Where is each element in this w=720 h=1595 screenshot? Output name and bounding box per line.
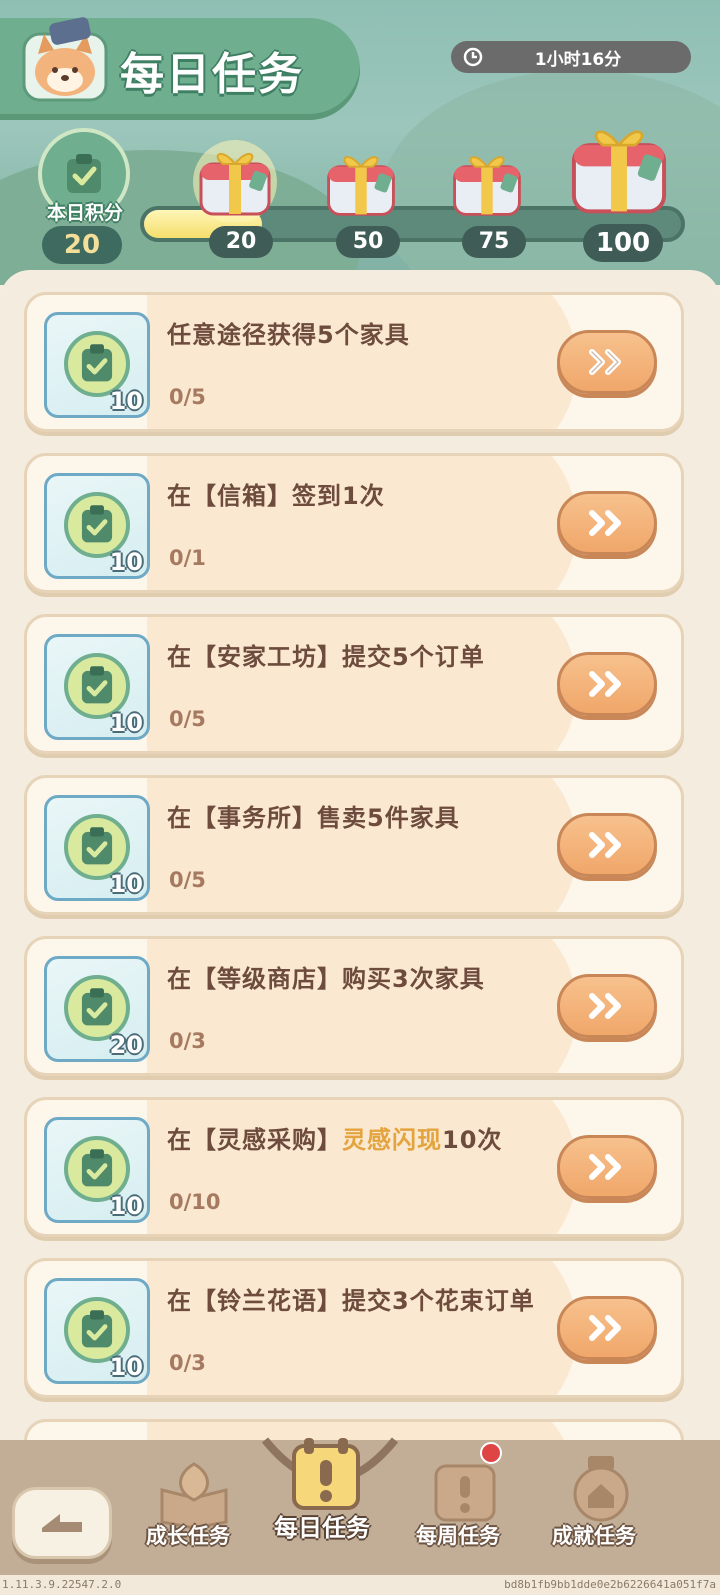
notification-dot [480,1442,502,1464]
task-progress: 0/5 [169,385,206,409]
task-reward-icon: 10 [44,312,150,418]
task-points: 10 [109,1353,143,1381]
tab-label: 每日任务 [274,1514,370,1542]
gift-box-icon[interactable] [320,140,402,222]
task-progress: 0/3 [169,1351,206,1375]
back-arrow-icon [42,1514,82,1532]
milestone-label: 100 [583,224,663,262]
go-button[interactable] [557,974,657,1038]
task-title: 在【灵感采购】灵感闪现10次 [167,1120,502,1155]
version-footer: 1.11.3.9.22547.2.0 bd8b1fb9bb1dde0e2b622… [0,1575,720,1595]
task-card: 20 在【等级商店】购买3次家具 0/3 [24,936,684,1076]
task-points: 10 [109,709,143,737]
dog-avatar-icon [22,17,108,102]
task-progress: 0/5 [169,707,206,731]
task-reward-icon: 10 [44,1117,150,1223]
task-title: 在【铃兰花语】提交3个花束订单 [167,1287,535,1315]
task-progress: 0/3 [169,1029,206,1053]
page-title: 每日任务 [120,49,304,100]
task-title: 在【事务所】售卖5件家具 [167,804,460,832]
build-hash-text: bd8b1fb9bb1dde0e2b6226641a051f7a [504,1578,716,1591]
double-chevron-right-icon [589,671,621,697]
tab-achievement[interactable]: 成就任务 [550,1448,660,1564]
task-title: 在【等级商店】购买3次家具 [167,965,485,993]
double-chevron-right-icon [589,1315,621,1341]
task-title: 在【安家工坊】提交5个订单 [167,643,485,671]
clipboard-check-icon [81,505,113,543]
tab-label: 成长任务 [146,1524,230,1548]
gift-box-icon[interactable] [193,136,277,222]
tab-growth[interactable]: 成长任务 [146,1454,246,1564]
go-button[interactable] [557,491,657,555]
task-points: 20 [109,1031,143,1059]
task-title-highlight: 灵感闪现 [342,1126,442,1154]
header: 每日任务 1小时16分 本日积分 20 20 50 75 100 [0,0,720,285]
task-reward-icon: 10 [44,473,150,579]
task-card: 10 在【铃兰花语】提交3个花束订单 0/3 [24,1258,684,1398]
big-gift-box-icon[interactable] [560,108,678,222]
tab-daily[interactable]: 每日任务 [268,1434,388,1564]
clock-icon [463,47,483,67]
go-button[interactable] [557,652,657,716]
clipboard-check-icon [81,666,113,704]
go-button[interactable] [557,330,657,394]
task-reward-icon: 20 [44,956,150,1062]
task-list[interactable]: 10 任意途径获得5个家具 0/5 10 在【信箱】签到1次 0/1 10 在【… [0,270,720,1440]
back-button[interactable] [12,1487,112,1559]
version-text: 1.11.3.9.22547.2.0 [2,1578,122,1591]
task-progress: 0/10 [169,1190,221,1214]
task-progress: 0/1 [169,546,206,570]
task-title-suffix: 10次 [442,1126,503,1154]
task-reward-icon: 10 [44,795,150,901]
score-label: 本日积分 [46,202,123,224]
task-points: 10 [109,870,143,898]
score-value: 20 [42,226,122,264]
task-card: 10 在【灵感采购】灵感闪现10次 0/10 [24,1097,684,1237]
task-reward-icon: 10 [44,1278,150,1384]
double-chevron-right-icon [589,993,621,1019]
task-points: 10 [109,548,143,576]
countdown-timer: 1小时16分 [451,41,691,73]
task-reward-icon: 10 [44,634,150,740]
clipboard-check-icon [81,988,113,1026]
task-card: 10 在【事务所】售卖5件家具 0/5 [24,775,684,915]
milestone-label: 75 [462,226,526,258]
clipboard-check-icon [81,344,113,382]
task-card: 10 在【信箱】签到1次 0/1 [24,453,684,593]
go-button[interactable] [557,813,657,877]
gift-box-icon[interactable] [446,140,528,222]
go-button[interactable] [557,1135,657,1199]
calendar-alert-icon [292,1438,360,1510]
double-chevron-right-icon [589,510,621,536]
milestone-label: 20 [209,226,273,258]
task-card: 10 任意途径获得5个家具 0/5 [24,292,684,432]
milestone-label: 50 [336,226,400,258]
task-card: 10 在【安家工坊】提交5个订单 0/5 [24,614,684,754]
go-button[interactable] [557,1296,657,1360]
task-title-prefix: 在【灵感采购】 [167,1126,342,1154]
task-points: 10 [109,387,143,415]
clipboard-check-icon [81,1310,113,1348]
double-chevron-right-icon [589,832,621,858]
double-chevron-right-icon [589,349,621,375]
clipboard-check-icon [81,827,113,865]
tab-label: 成就任务 [552,1524,636,1548]
timer-value: 1小时16分 [534,49,622,70]
tab-label: 每周任务 [416,1524,500,1548]
clipboard-check-icon [81,1149,113,1187]
task-title: 任意途径获得5个家具 [167,321,410,349]
task-points: 10 [109,1192,143,1220]
medal-house-icon [573,1456,629,1522]
task-title: 在【信箱】签到1次 [167,482,385,510]
task-progress: 0/5 [169,868,206,892]
calendar-alert-icon [434,1464,496,1522]
double-chevron-right-icon [589,1154,621,1180]
tab-weekly[interactable]: 每周任务 [416,1442,526,1564]
clipboard-check-icon [67,154,101,193]
